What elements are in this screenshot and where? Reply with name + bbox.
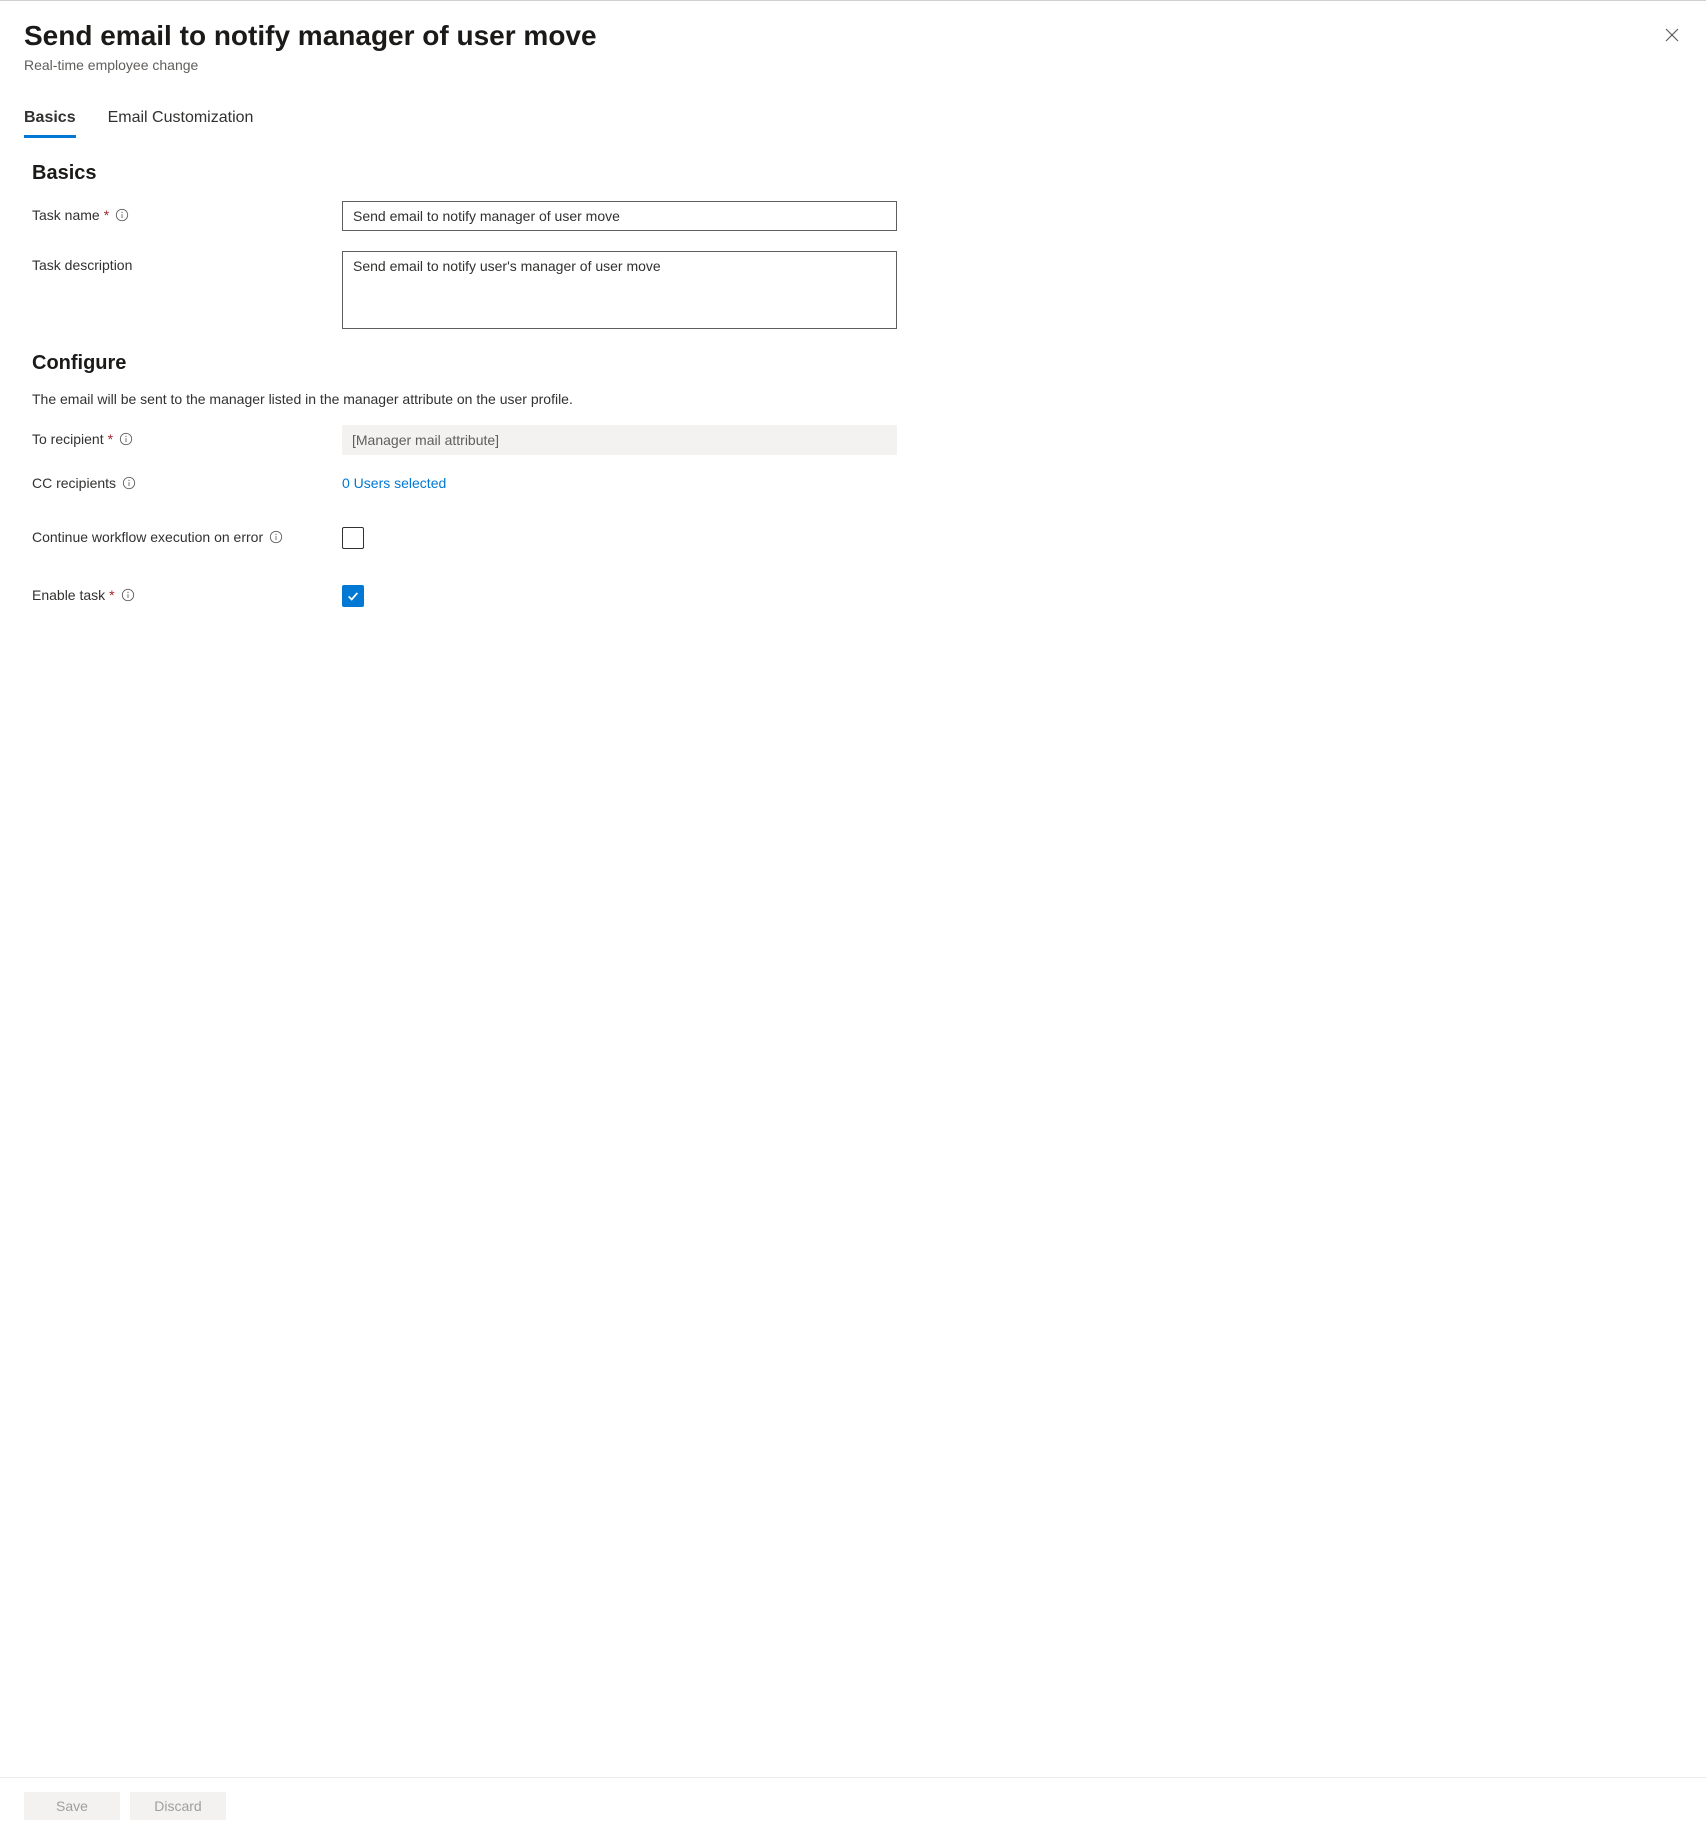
page-subtitle: Real-time employee change <box>24 57 1682 73</box>
task-description-input[interactable] <box>342 251 897 329</box>
save-button[interactable]: Save <box>24 1792 120 1820</box>
panel-footer: Save Discard <box>0 1777 1706 1834</box>
enable-task-label-text: Enable task <box>32 587 105 603</box>
close-icon <box>1664 27 1680 43</box>
task-description-label: Task description <box>32 251 342 273</box>
info-icon[interactable] <box>115 208 129 222</box>
enable-task-label: Enable task * <box>32 581 342 603</box>
required-marker: * <box>109 587 114 603</box>
close-button[interactable] <box>1662 25 1682 45</box>
task-name-label: Task name * <box>32 201 342 223</box>
info-icon[interactable] <box>269 530 283 544</box>
cc-recipients-label-text: CC recipients <box>32 475 116 491</box>
required-marker: * <box>108 431 113 447</box>
continue-on-error-label: Continue workflow execution on error <box>32 523 342 545</box>
cc-recipients-link[interactable]: 0 Users selected <box>342 475 446 491</box>
tab-email-customization[interactable]: Email Customization <box>108 109 254 138</box>
continue-on-error-label-text: Continue workflow execution on error <box>32 529 263 545</box>
info-icon[interactable] <box>121 588 135 602</box>
panel-content: Basics Task name * Task description <box>0 138 1706 1777</box>
tab-bar: Basics Email Customization <box>0 109 1706 138</box>
info-icon[interactable] <box>119 432 133 446</box>
continue-on-error-checkbox[interactable] <box>342 527 364 549</box>
checkmark-icon <box>346 589 360 603</box>
discard-button[interactable]: Discard <box>130 1792 226 1820</box>
configure-helper-text: The email will be sent to the manager li… <box>32 391 1674 407</box>
tab-basics[interactable]: Basics <box>24 109 76 138</box>
required-marker: * <box>104 207 109 223</box>
enable-task-checkbox[interactable] <box>342 585 364 607</box>
to-recipient-label-text: To recipient <box>32 431 104 447</box>
task-name-input[interactable] <box>342 201 897 231</box>
basics-heading: Basics <box>32 162 1674 185</box>
panel-header: Send email to notify manager of user mov… <box>0 1 1706 81</box>
task-name-label-text: Task name <box>32 207 100 223</box>
configure-heading: Configure <box>32 352 1674 375</box>
cc-recipients-label: CC recipients <box>32 475 342 491</box>
page-title: Send email to notify manager of user mov… <box>24 19 1682 53</box>
to-recipient-label: To recipient * <box>32 425 342 447</box>
info-icon[interactable] <box>122 476 136 490</box>
to-recipient-field: [Manager mail attribute] <box>342 425 897 455</box>
